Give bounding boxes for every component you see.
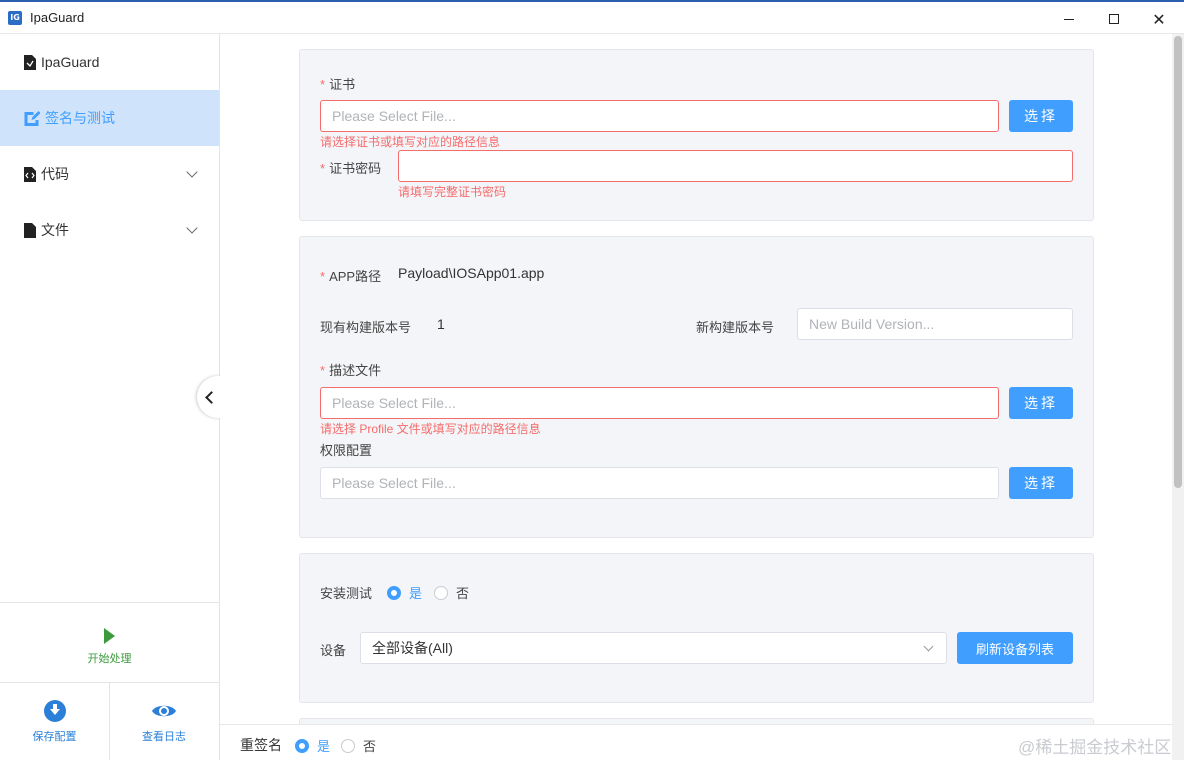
certificate-password-label: * 证书密码 <box>320 161 382 176</box>
start-process-label: 开始处理 <box>87 653 132 665</box>
sidebar-item-code[interactable]: 代码 <box>0 146 219 202</box>
scrollbar[interactable] <box>1172 34 1184 760</box>
profile-error: 请选择 Profile 文件或填写对应的路径信息 <box>320 422 541 436</box>
eye-icon <box>152 705 176 716</box>
sidebar-item-label: IpaGuard <box>41 54 100 70</box>
install-test-yes-radio[interactable]: 是 <box>387 583 422 602</box>
chevron-left-icon <box>205 390 218 404</box>
save-config-button[interactable]: 保存配置 <box>0 683 109 760</box>
new-build-label: 新构建版本号 <box>696 320 775 335</box>
radio-unchecked-icon <box>434 585 448 600</box>
refresh-devices-button[interactable]: 刷新设备列表 <box>957 632 1073 664</box>
start-process-button[interactable]: 开始处理 <box>0 603 219 683</box>
close-icon: ✕ <box>1152 9 1166 29</box>
sidebar-item-sign-test[interactable]: 签名与测试 <box>0 90 219 146</box>
sidebar-item-file[interactable]: 文件 <box>0 202 219 258</box>
sidebar: IpaGuard 签名与测试 代码 文件 开始处理 保存配置 查看日志 <box>0 34 221 760</box>
install-test-no-radio[interactable]: 否 <box>434 583 469 602</box>
main-panel: * 证书 Please Select File... 选择 请选择证书或填写对应的… <box>220 34 1172 760</box>
certificate-select-button[interactable]: 选择 <box>1009 100 1073 132</box>
radio-unchecked-icon <box>341 738 355 753</box>
certificate-password-input[interactable] <box>398 150 1073 182</box>
certificate-card: * 证书 Please Select File... 选择 请选择证书或填写对应的… <box>299 49 1094 221</box>
edit-icon <box>24 110 40 126</box>
collapse-sidebar-button[interactable] <box>197 376 221 418</box>
certificate-input[interactable]: Please Select File... <box>320 100 999 132</box>
radio-checked-icon <box>387 585 401 600</box>
required-mark: * <box>320 363 326 378</box>
device-label: 设备 <box>320 643 347 658</box>
install-test-card: 安装测试 是 否 设备 全部设备(All) 刷新设备列表 <box>299 553 1094 703</box>
chevron-down-icon <box>186 222 198 234</box>
radio-checked-icon <box>295 738 309 753</box>
maximize-icon <box>1109 14 1119 24</box>
profile-label: * 描述文件 <box>320 363 382 378</box>
current-build-value: 1 <box>437 316 445 332</box>
code-file-icon <box>24 166 36 182</box>
maximize-button[interactable] <box>1091 4 1137 34</box>
required-mark: * <box>320 77 326 92</box>
required-mark: * <box>320 269 326 284</box>
sidebar-item-label: 签名与测试 <box>45 110 115 126</box>
scrollbar-thumb[interactable] <box>1174 36 1182 488</box>
download-icon <box>43 699 66 722</box>
profile-input[interactable]: Please Select File... <box>320 387 999 419</box>
watermark: @稀土掘金技术社区 <box>1018 738 1172 757</box>
entitlements-label: 权限配置 <box>320 443 373 458</box>
minimize-button[interactable] <box>1046 4 1092 34</box>
minimize-icon <box>1064 18 1074 20</box>
document-icon <box>24 54 36 70</box>
view-log-label: 查看日志 <box>142 730 186 743</box>
chevron-down-icon <box>186 166 198 178</box>
entitlements-select-button[interactable]: 选择 <box>1009 467 1073 499</box>
app-card: * APP路径 Payload\IOSApp01.app 现有构建版本号 1 新构… <box>299 236 1094 538</box>
app-logo-icon: IG <box>8 11 22 25</box>
entitlements-input[interactable]: Please Select File... <box>320 467 999 499</box>
profile-select-button[interactable]: 选择 <box>1009 387 1073 419</box>
device-select-value: 全部设备(All) <box>372 640 453 656</box>
save-config-label: 保存配置 <box>32 730 77 743</box>
sidebar-item-label: 文件 <box>41 222 69 238</box>
sidebar-item-ipaguard[interactable]: IpaGuard <box>0 34 219 90</box>
file-icon <box>24 222 36 238</box>
certificate-label: * 证书 <box>320 77 356 92</box>
close-button[interactable]: ✕ <box>1136 4 1182 34</box>
app-path-label: * APP路径 <box>320 269 382 284</box>
device-select[interactable]: 全部设备(All) <box>360 632 947 664</box>
title-bar: IG IpaGuard ✕ <box>0 0 1184 34</box>
sidebar-item-label: 代码 <box>41 166 69 182</box>
window-title: IpaGuard <box>30 10 85 25</box>
resign-label: 重签名 <box>240 737 282 753</box>
resign-no-radio[interactable]: 否 <box>341 736 376 755</box>
required-mark: * <box>320 161 326 176</box>
current-build-label: 现有构建版本号 <box>320 320 412 335</box>
certificate-error: 请选择证书或填写对应的路径信息 <box>320 135 501 149</box>
app-path-value: Payload\IOSApp01.app <box>398 265 545 281</box>
resign-yes-radio[interactable]: 是 <box>295 736 330 755</box>
view-log-button[interactable]: 查看日志 <box>109 683 218 760</box>
new-build-input[interactable]: New Build Version... <box>797 308 1073 340</box>
chevron-down-icon <box>923 641 934 652</box>
certificate-password-error: 请填写完整证书密码 <box>398 185 507 199</box>
play-icon <box>104 628 115 644</box>
install-test-label: 安装测试 <box>320 586 373 601</box>
